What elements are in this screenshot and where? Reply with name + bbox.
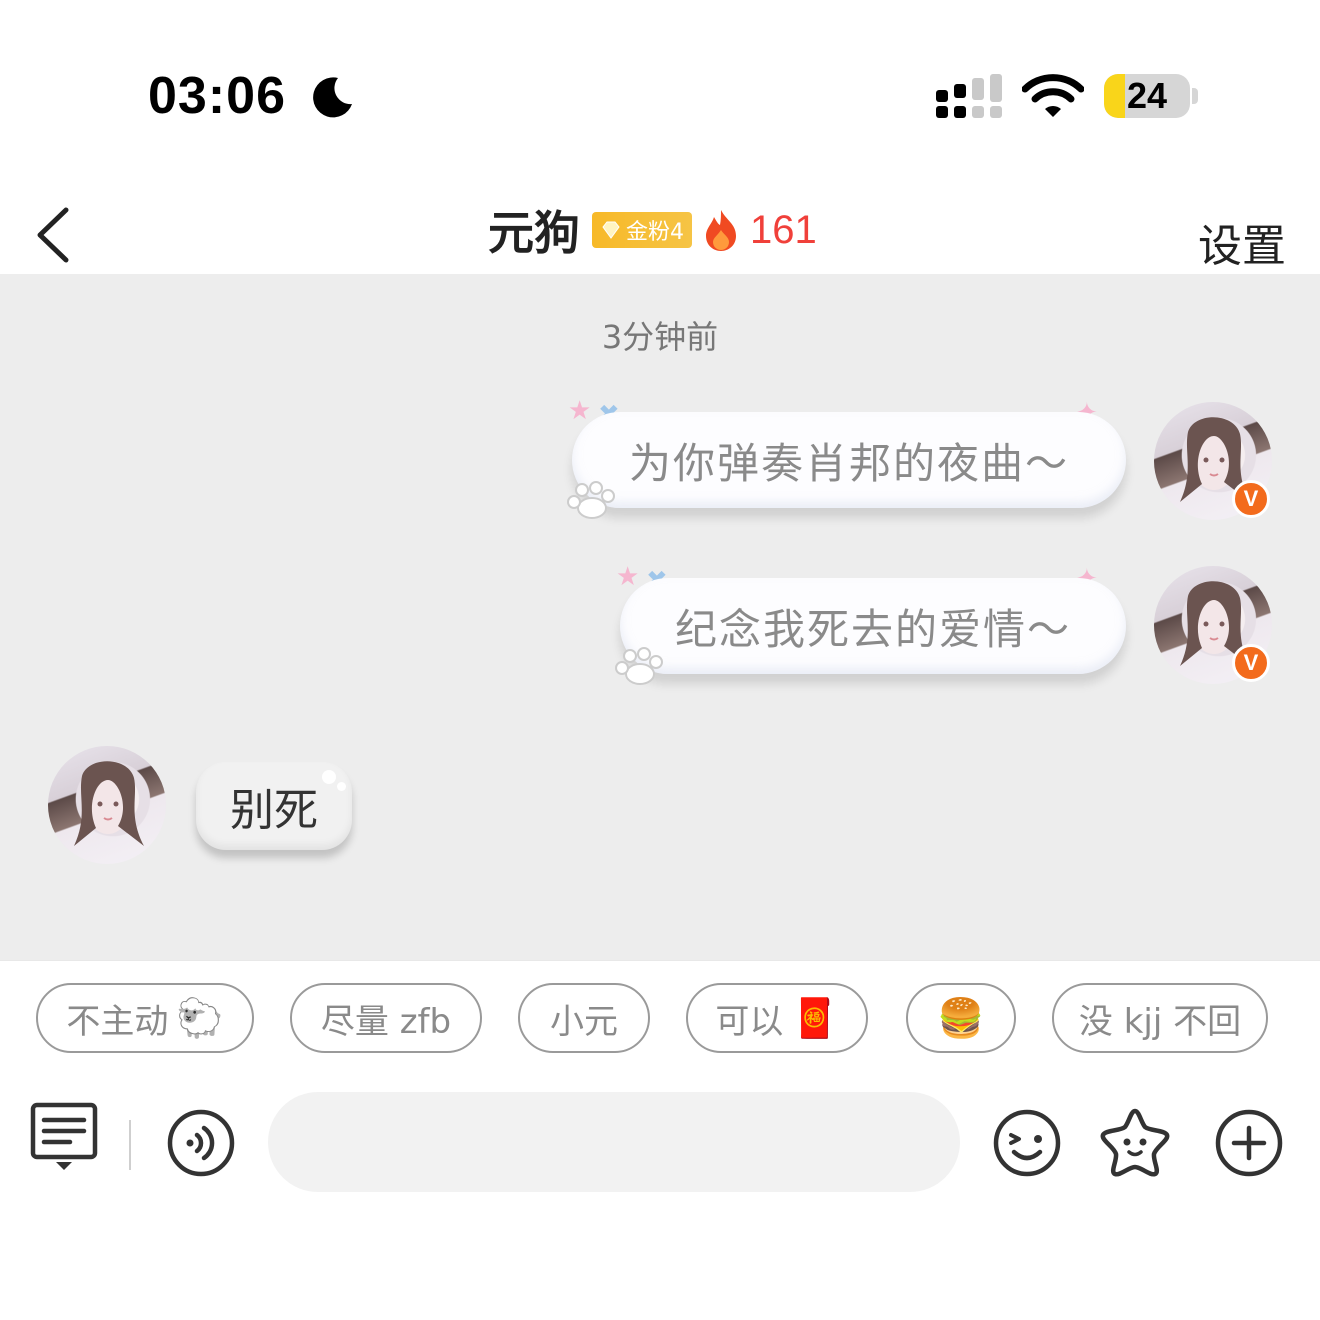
verified-badge-icon: V bbox=[1232, 480, 1270, 518]
red-envelope-icon: 🧧 bbox=[791, 995, 839, 1040]
chip-label: 不主动 bbox=[66, 1001, 169, 1042]
message-timestamp: 3分钟前 bbox=[601, 318, 719, 356]
star-decoration: ★ bbox=[568, 396, 592, 426]
input-bar bbox=[0, 1070, 1320, 1220]
chat-screen: 03:06 24 元狗 金粉4 161 设置 3分钟前 ★ 为你弹奏肖邦的夜曲～… bbox=[0, 0, 1320, 1320]
keyboard-menu-icon[interactable] bbox=[30, 1102, 98, 1174]
sheep-icon: 🐑 bbox=[176, 995, 224, 1040]
voice-icon[interactable] bbox=[166, 1108, 236, 1178]
status-bar: 03:06 24 bbox=[0, 0, 1320, 190]
plus-icon[interactable] bbox=[1214, 1108, 1284, 1178]
quick-reply-bar: 不主动 🐑 尽量 zfb 小元 可以 🧧 🍔 没 kjj 不回 bbox=[0, 960, 1320, 1070]
battery-cap bbox=[1192, 88, 1198, 104]
message-bubble-outgoing[interactable]: 为你弹奏肖邦的夜曲～ bbox=[572, 412, 1126, 508]
quick-reply-chip[interactable]: 不主动 🐑 bbox=[36, 983, 254, 1053]
chip-label: 可以 bbox=[715, 1001, 784, 1042]
chip-label: 没 kjj 不回 bbox=[1078, 1001, 1242, 1042]
sticker-star-icon[interactable] bbox=[1098, 1106, 1172, 1178]
message-bubble-outgoing[interactable]: 纪念我死去的爱情～ bbox=[620, 578, 1126, 674]
paw-decoration bbox=[567, 481, 615, 519]
status-time: 03:06 bbox=[148, 67, 286, 125]
quick-reply-chip[interactable]: 尽量 zfb bbox=[290, 983, 482, 1053]
message-input[interactable] bbox=[268, 1092, 960, 1192]
chat-header: 元狗 金粉4 161 设置 bbox=[0, 190, 1320, 274]
chip-label: 小元 bbox=[550, 1001, 618, 1042]
flame-icon bbox=[706, 210, 736, 251]
battery-level: 24 bbox=[1126, 75, 1168, 116]
signal-icon bbox=[936, 74, 1002, 118]
fan-badge-label: 金粉4 bbox=[626, 220, 684, 245]
message-text: 为你弹奏肖邦的夜曲～ bbox=[628, 438, 1069, 488]
quick-reply-chip[interactable]: 没 kjj 不回 bbox=[1052, 983, 1268, 1053]
paw-decoration bbox=[615, 647, 663, 685]
gem-icon bbox=[602, 221, 620, 239]
wifi-icon bbox=[1022, 74, 1084, 117]
burger-icon: 🍔 bbox=[937, 995, 985, 1040]
emoji-icon[interactable] bbox=[992, 1108, 1062, 1178]
quick-reply-chip[interactable]: 🍔 bbox=[906, 983, 1016, 1053]
battery-icon: 24 bbox=[1104, 74, 1190, 118]
title-group[interactable]: 元狗 金粉4 161 bbox=[488, 200, 817, 260]
moon-icon bbox=[313, 77, 352, 118]
chat-area[interactable]: 3分钟前 ★ ✖ ✦ 为你弹奏肖邦的夜曲～ V ★ ✖ ✦ bbox=[0, 274, 1320, 960]
sparkle-decoration bbox=[337, 782, 346, 791]
sparkle-decoration bbox=[322, 770, 336, 784]
verified-badge-icon: V bbox=[1232, 644, 1270, 682]
contact-avatar[interactable] bbox=[48, 746, 166, 864]
heat-count: 161 bbox=[750, 207, 817, 252]
toolbar-divider bbox=[129, 1120, 131, 1170]
fan-level-badge: 金粉4 bbox=[592, 212, 692, 248]
message-text: 纪念我死去的爱情～ bbox=[674, 604, 1071, 654]
settings-button[interactable]: 设置 bbox=[1198, 210, 1286, 274]
quick-reply-chip[interactable]: 可以 🧧 bbox=[686, 983, 868, 1053]
message-bubble-incoming[interactable]: 别死 bbox=[196, 762, 352, 850]
message-text: 别死 bbox=[230, 785, 318, 836]
avatar-portrait-icon bbox=[74, 761, 144, 846]
star-decoration: ★ bbox=[616, 562, 640, 592]
quick-reply-chip[interactable]: 小元 bbox=[518, 983, 650, 1053]
back-chevron-icon[interactable] bbox=[30, 204, 78, 266]
contact-name: 元狗 bbox=[488, 206, 580, 260]
chip-label: 尽量 zfb bbox=[320, 1001, 452, 1042]
